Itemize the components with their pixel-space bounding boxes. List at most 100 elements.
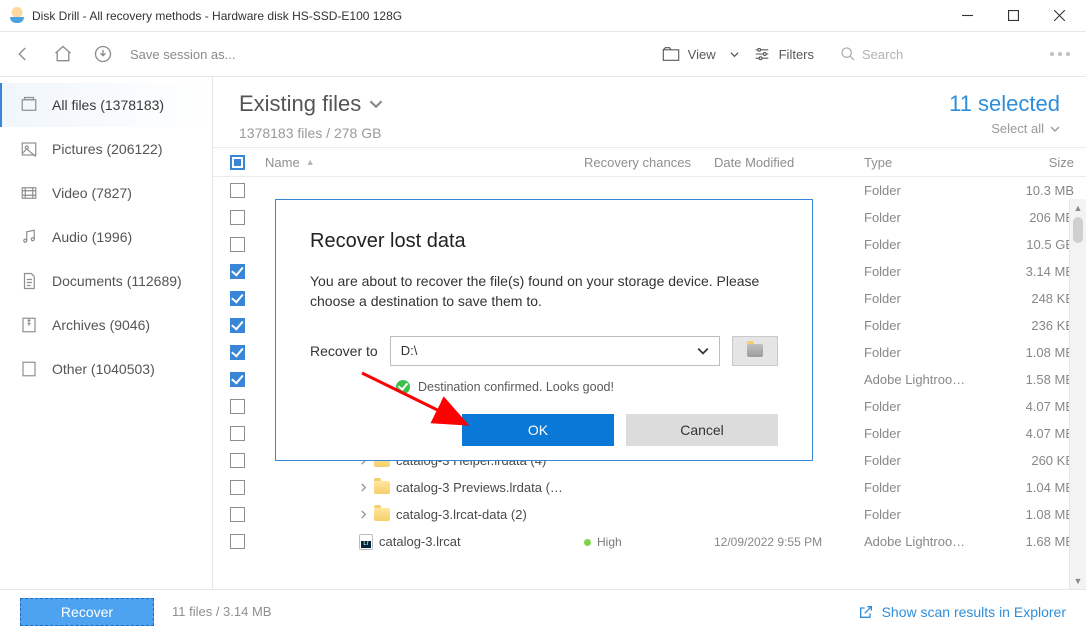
maximize-button[interactable] [990, 1, 1036, 31]
cell-type: Folder [864, 237, 982, 252]
dialog-title: Recover lost data [310, 230, 778, 253]
cell-name: Lrcatalog-3.lrcat [261, 534, 584, 550]
row-checkbox[interactable] [230, 426, 245, 441]
title-bar: Disk Drill - All recovery methods - Hard… [0, 0, 1086, 32]
expand-icon[interactable] [359, 480, 368, 495]
sidebar-item-archives[interactable]: Archives (9046) [0, 303, 212, 347]
back-button[interactable] [10, 41, 36, 67]
save-session-icon[interactable] [90, 41, 116, 67]
recover-button[interactable]: Recover [20, 598, 154, 626]
table-row[interactable]: catalog-3.lrcat-data (2)Folder1.08 MB [213, 501, 1086, 528]
cell-size: 4.07 MB [982, 399, 1074, 414]
selection-info: 11 files / 3.14 MB [172, 604, 271, 619]
ok-button[interactable]: OK [462, 414, 614, 446]
sidebar-item-video[interactable]: Video (7827) [0, 171, 212, 215]
sidebar-item-label: Video (7827) [52, 185, 132, 201]
sidebar-item-label: All files (1378183) [52, 97, 164, 113]
audio-icon [20, 228, 38, 246]
row-checkbox[interactable] [230, 480, 245, 495]
row-checkbox[interactable] [230, 453, 245, 468]
recover-to-label: Recover to [310, 343, 378, 359]
cell-type: Folder [864, 453, 982, 468]
sidebar-item-audio[interactable]: Audio (1996) [0, 215, 212, 259]
bottom-bar: Recover 11 files / 3.14 MB Show scan res… [0, 589, 1086, 633]
select-all-checkbox[interactable] [230, 155, 245, 170]
cell-size: 1.68 MB [982, 534, 1074, 549]
minimize-button[interactable] [944, 1, 990, 31]
sidebar-item-other[interactable]: Other (1040503) [0, 347, 212, 391]
row-checkbox[interactable] [230, 372, 245, 387]
browse-button[interactable] [732, 336, 778, 366]
cell-type: Folder [864, 291, 982, 306]
row-checkbox[interactable] [230, 534, 245, 549]
cell-size: 236 KB [982, 318, 1074, 333]
sidebar-item-all-files[interactable]: All files (1378183) [0, 83, 212, 127]
table-row[interactable]: Lrcatalog-3.lrcat High12/09/2022 9:55 PM… [213, 528, 1086, 555]
cell-type: Adobe Lightroo… [864, 534, 982, 549]
sidebar-item-documents[interactable]: Documents (112689) [0, 259, 212, 303]
row-checkbox[interactable] [230, 399, 245, 414]
select-all-button[interactable]: Select all [949, 121, 1060, 136]
archive-icon [20, 316, 38, 334]
column-recovery[interactable]: Recovery chances [584, 155, 714, 170]
row-checkbox[interactable] [230, 264, 245, 279]
other-icon [20, 360, 38, 378]
sidebar-item-label: Audio (1996) [52, 229, 132, 245]
destination-select[interactable]: D:\ [390, 336, 720, 366]
filters-button[interactable]: Filters [753, 47, 820, 62]
cell-date: 12/09/2022 9:55 PM [714, 535, 864, 549]
scroll-down-icon[interactable]: ▼ [1070, 572, 1086, 589]
more-menu-icon[interactable] [1050, 52, 1070, 56]
cell-type: Folder [864, 210, 982, 225]
sidebar-item-pictures[interactable]: Pictures (206122) [0, 127, 212, 171]
row-checkbox[interactable] [230, 345, 245, 360]
filters-label: Filters [779, 47, 814, 62]
save-session-label[interactable]: Save session as... [130, 47, 236, 62]
cell-size: 10.5 GB [982, 237, 1074, 252]
folder-icon [374, 508, 390, 521]
column-name[interactable]: Name ▲ [261, 155, 584, 170]
expand-icon[interactable] [359, 507, 368, 522]
cell-size: 1.08 MB [982, 507, 1074, 522]
show-in-explorer-link[interactable]: Show scan results in Explorer [858, 604, 1066, 620]
column-type[interactable]: Type [864, 155, 982, 170]
view-dropdown[interactable]: View [662, 47, 739, 62]
table-header: Name ▲ Recovery chances Date Modified Ty… [213, 147, 1086, 177]
column-size[interactable]: Size [982, 155, 1074, 170]
scrollbar[interactable]: ▲ ▼ [1069, 199, 1086, 589]
row-checkbox[interactable] [230, 183, 245, 198]
cell-size: 248 KB [982, 291, 1074, 306]
row-checkbox[interactable] [230, 210, 245, 225]
content-title[interactable]: Existing files [239, 91, 383, 117]
search-input[interactable]: Search [834, 43, 1024, 65]
file-name: catalog-3 Previews.lrdata (… [396, 480, 563, 495]
table-row[interactable]: catalog-3 Previews.lrdata (…Folder1.04 M… [213, 474, 1086, 501]
row-checkbox[interactable] [230, 318, 245, 333]
row-checkbox[interactable] [230, 237, 245, 252]
column-date[interactable]: Date Modified [714, 155, 864, 170]
sidebar-item-label: Other (1040503) [52, 361, 155, 377]
cell-size: 1.58 MB [982, 372, 1074, 387]
selection-count: 11 selected [949, 91, 1060, 117]
destination-value: D:\ [401, 343, 418, 358]
view-label: View [688, 47, 716, 62]
cell-type: Folder [864, 480, 982, 495]
cell-type: Folder [864, 183, 982, 198]
chevron-down-icon [1050, 124, 1060, 134]
cancel-button[interactable]: Cancel [626, 414, 778, 446]
row-checkbox[interactable] [230, 507, 245, 522]
chevron-down-icon [369, 97, 383, 111]
file-icon: Lr [359, 534, 373, 550]
cell-type: Folder [864, 345, 982, 360]
scroll-up-icon[interactable]: ▲ [1070, 199, 1086, 216]
check-circle-icon [396, 380, 410, 394]
close-button[interactable] [1036, 1, 1082, 31]
toolbar: Save session as... View Filters Search [0, 32, 1086, 77]
row-checkbox[interactable] [230, 291, 245, 306]
chevron-down-icon [697, 345, 709, 357]
home-button[interactable] [50, 41, 76, 67]
cell-type: Folder [864, 399, 982, 414]
app-icon [8, 7, 26, 25]
cell-recovery: High [584, 535, 714, 549]
scroll-thumb[interactable] [1073, 217, 1083, 243]
